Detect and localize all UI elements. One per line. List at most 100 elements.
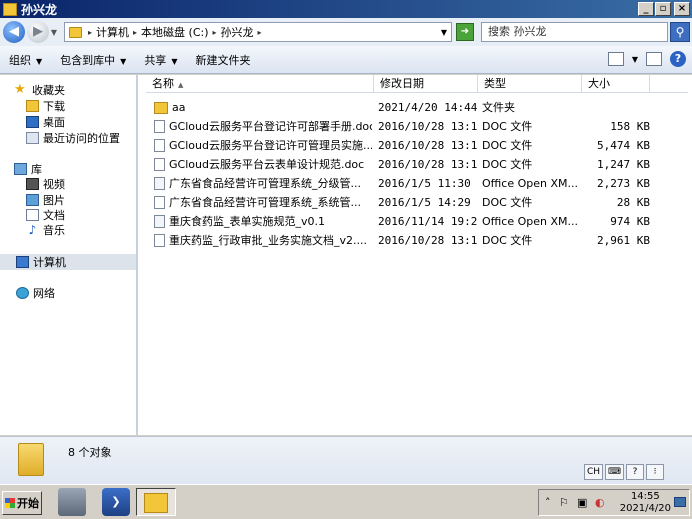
folder-icon	[18, 443, 44, 476]
new-folder-button[interactable]: 新建文件夹	[186, 52, 259, 68]
refresh-button[interactable]: ➜	[456, 23, 474, 41]
share-button[interactable]: 共享 ▼	[135, 52, 186, 68]
file-name: GCloud云服务平台登记许可管理员实施...	[169, 139, 372, 152]
file-type: Office Open XM...	[482, 215, 578, 228]
table-row[interactable]: GCloud云服务平台登记许可管理员实施... 2016/10/28 13:18 D…	[146, 136, 688, 155]
back-button[interactable]: ◀	[3, 21, 25, 43]
include-library-label: 包含到库中	[60, 53, 116, 67]
nav-downloads[interactable]: 下载	[26, 98, 65, 114]
nav-favorites[interactable]: ★ 收藏夹	[14, 82, 65, 98]
view-options-icon[interactable]	[607, 52, 624, 66]
language-indicator[interactable]: CH	[583, 464, 603, 480]
file-size: 1,247 KB	[597, 158, 650, 171]
nav-label: 图片	[43, 194, 65, 207]
table-row[interactable]: 广东省食品经营许可管理系统_分级管... 2016/1/5 11:30 Office…	[146, 174, 688, 193]
flag-icon[interactable]: ⚐	[559, 496, 569, 509]
maximize-button[interactable]: ▫	[655, 2, 671, 16]
address-bar[interactable]: ▸ 计算机 ▸ 本地磁盘 (C:) ▸ 孙兴龙 ▸ ▼	[64, 22, 452, 42]
preview-pane-icon[interactable]	[646, 52, 662, 66]
nav-label: 网络	[33, 287, 55, 300]
file-type: DOC 文件	[482, 139, 533, 152]
breadcrumb-computer[interactable]: 计算机	[96, 24, 129, 40]
file-date: 2016/1/5 14:29	[378, 196, 471, 209]
document-icon	[154, 234, 165, 247]
nav-libraries[interactable]: 库	[14, 161, 42, 177]
volume-icon[interactable]: ◐	[595, 496, 605, 509]
nav-network[interactable]: 网络	[16, 285, 55, 301]
column-name[interactable]: 名称 ▲	[146, 75, 374, 93]
folder-icon	[144, 493, 168, 513]
network-status-icon[interactable]: ▣	[577, 496, 587, 509]
file-date: 2016/10/28 13:18	[378, 158, 478, 171]
file-name-cell: 广东省食品经营许可管理系统_系统管...	[154, 193, 372, 212]
history-dropdown-icon[interactable]: ▼	[49, 28, 59, 37]
close-button[interactable]: ×	[674, 2, 690, 16]
network-icon	[16, 287, 29, 299]
details-pane: 8 个对象 CH ⌨ ? ⁝	[0, 436, 692, 484]
start-button[interactable]: 开始	[2, 491, 42, 515]
explorer-taskbar-button[interactable]	[136, 488, 176, 516]
powershell-icon[interactable]: ❯	[102, 488, 130, 516]
show-desktop-icon[interactable]	[674, 497, 686, 507]
file-type: DOC 文件	[482, 196, 533, 209]
help-icon[interactable]: ?	[670, 51, 686, 67]
chevron-down-icon[interactable]: ▼	[632, 55, 638, 64]
column-type[interactable]: 类型	[478, 75, 582, 93]
table-row[interactable]: GCloud云服务平台登记许可部署手册.doc 2016/10/28 13:18 D…	[146, 117, 688, 136]
table-row[interactable]: 重庆食药监_表单实施规范_v0.1 2016/11/14 19:23 Office …	[146, 212, 688, 231]
minimize-button[interactable]: _	[638, 2, 654, 16]
breadcrumb-current[interactable]: 孙兴龙	[221, 24, 254, 40]
table-row[interactable]: 广东省食品经营许可管理系统_系统管... 2016/1/5 14:29 DOC 文件…	[146, 193, 688, 212]
nav-desktop[interactable]: 桌面	[26, 114, 65, 130]
column-date[interactable]: 修改日期	[374, 75, 478, 93]
file-type: DOC 文件	[482, 158, 533, 171]
file-name: 广东省食品经营许可管理系统_分级管...	[169, 177, 361, 190]
video-icon	[26, 178, 39, 190]
nav-music[interactable]: ♪ 音乐	[26, 222, 65, 238]
options-icon[interactable]: ⁝	[646, 464, 664, 480]
file-size: 28 KB	[616, 196, 650, 209]
nav-videos[interactable]: 视频	[26, 176, 65, 192]
chevron-right-icon[interactable]: ▸	[213, 28, 217, 37]
table-row[interactable]: GCloud云服务平台云表单设计规范.doc 2016/10/28 13:18 DO…	[146, 155, 688, 174]
nav-documents[interactable]: 文档	[26, 207, 65, 223]
file-name: 重庆药监_行政审批_业务实施文档_v2....	[169, 234, 367, 247]
document-icon	[154, 120, 165, 133]
file-date: 2016/10/28 13:18	[378, 120, 478, 133]
table-row[interactable]: 重庆药监_行政审批_业务实施文档_v2.... 2016/10/28 13:18 D…	[146, 231, 688, 250]
document-icon	[154, 196, 165, 209]
nav-pictures[interactable]: 图片	[26, 192, 65, 208]
chevron-right-icon[interactable]: ▸	[258, 28, 262, 37]
file-name-cell: aa	[154, 98, 372, 117]
organize-button[interactable]: 组织 ▼	[0, 52, 51, 68]
keyboard-icon[interactable]: ⌨	[605, 464, 624, 480]
document-icon	[154, 215, 165, 228]
nav-recent-places[interactable]: 最近访问的位置	[26, 130, 120, 146]
chevron-down-icon[interactable]: ▼	[441, 28, 447, 37]
file-name-cell: 重庆药监_行政审批_业务实施文档_v2....	[154, 231, 372, 250]
table-row[interactable]: aa 2021/4/20 14:44 文件夹	[146, 98, 688, 117]
computer-icon	[16, 256, 29, 268]
nav-computer[interactable]: 计算机	[0, 254, 136, 270]
command-bar: 组织 ▼ 包含到库中 ▼ 共享 ▼ 新建文件夹 ▼ ?	[0, 46, 692, 74]
server-manager-icon[interactable]	[58, 488, 86, 516]
show-hidden-icons-icon[interactable]: ˄	[545, 496, 551, 509]
file-name: 重庆食药监_表单实施规范_v0.1	[169, 215, 326, 228]
clock[interactable]: 14:55 2021/4/20	[620, 491, 671, 515]
nav-label: 计算机	[33, 256, 66, 269]
search-icon[interactable]: ⚲	[670, 22, 690, 42]
file-date: 2021/4/20 14:44	[378, 101, 478, 114]
column-size[interactable]: 大小	[582, 75, 650, 93]
chevron-right-icon[interactable]: ▸	[88, 28, 92, 37]
file-type: Office Open XM...	[482, 177, 578, 190]
help-icon[interactable]: ?	[626, 464, 644, 480]
document-icon	[154, 177, 165, 190]
column-header: 名称 ▲ 修改日期 类型 大小	[146, 75, 688, 93]
nav-label: 桌面	[43, 116, 65, 129]
breadcrumb-local-disk[interactable]: 本地磁盘 (C:)	[141, 24, 208, 40]
chevron-right-icon[interactable]: ▸	[133, 28, 137, 37]
forward-button[interactable]: ▶	[27, 21, 49, 43]
search-input[interactable]: 搜索 孙兴龙	[481, 22, 668, 42]
file-type: 文件夹	[482, 101, 515, 114]
include-in-library-button[interactable]: 包含到库中 ▼	[51, 52, 135, 68]
